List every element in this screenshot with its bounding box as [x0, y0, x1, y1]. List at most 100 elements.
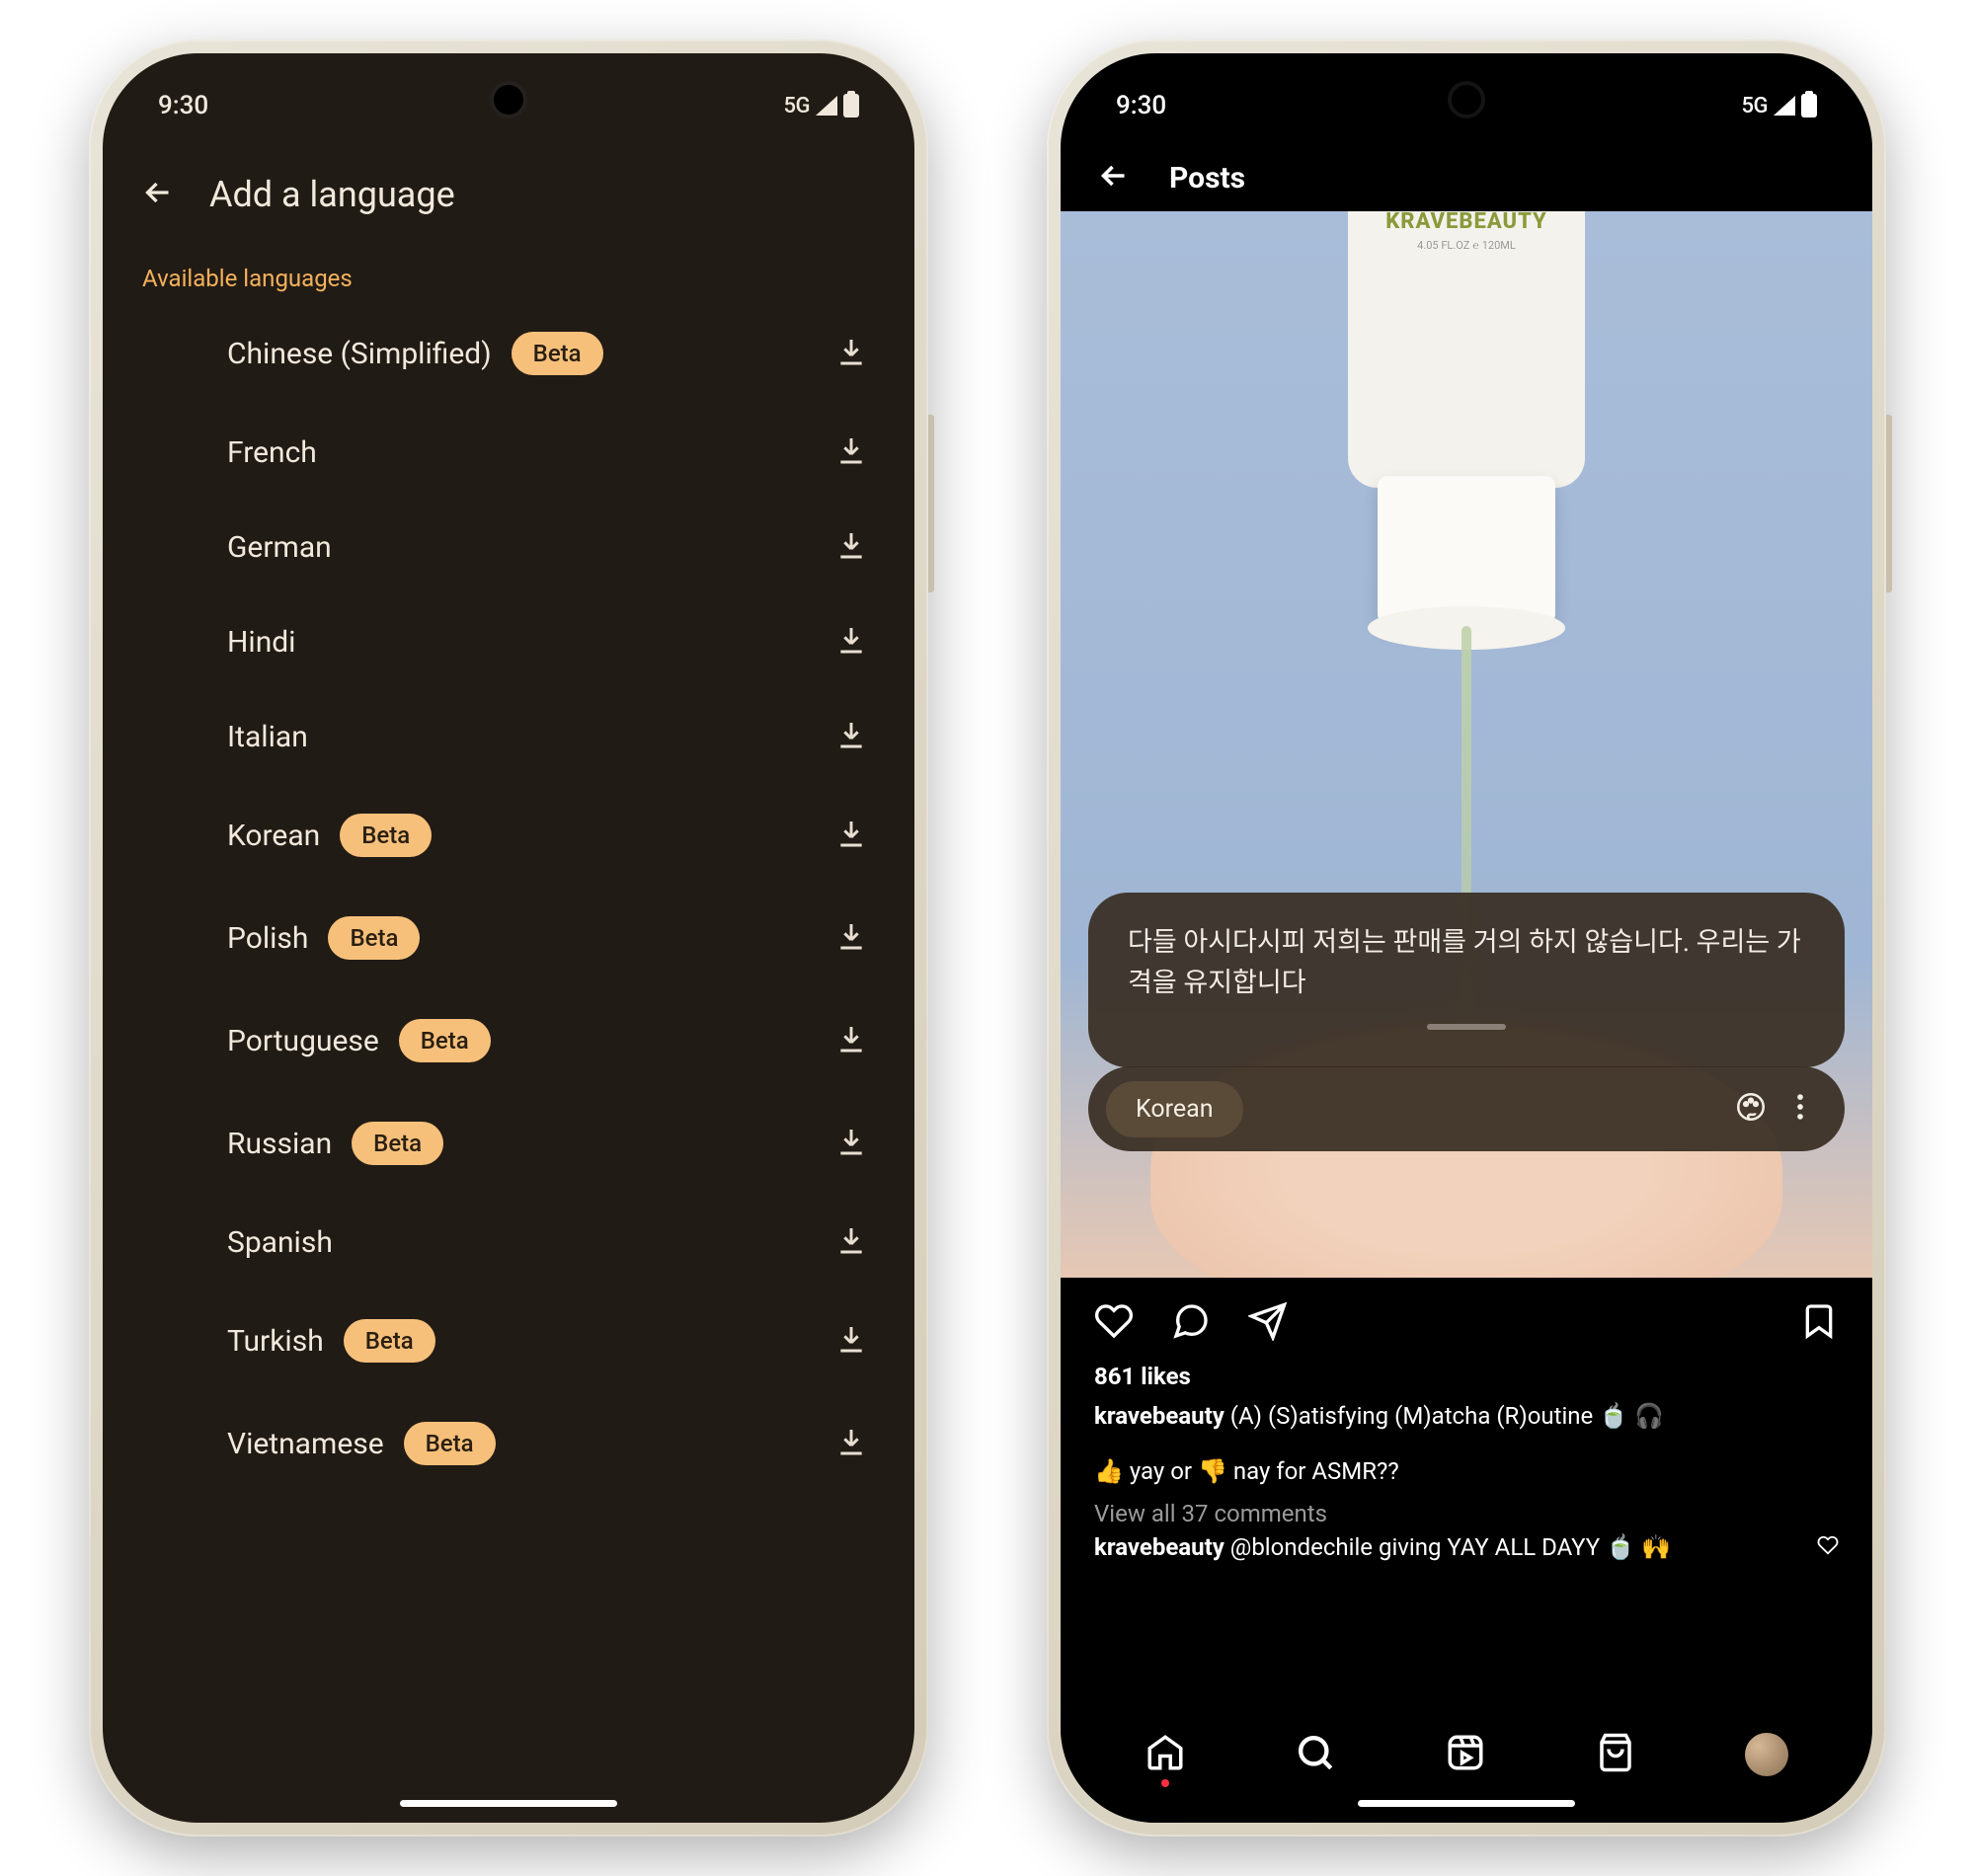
home-indicator[interactable]	[400, 1800, 617, 1807]
beta-badge: Beta	[399, 1019, 491, 1062]
comment-text: @blondechile giving YAY ALL DAYY 🍵 🙌	[1224, 1533, 1671, 1561]
language-row[interactable]: Portuguese Beta	[103, 989, 887, 1092]
language-row[interactable]: German	[103, 500, 887, 594]
phone-right: 9:30 5G Posts KRAVEBEAUTY 4.05 FL.OZ ℮ 1…	[1047, 39, 1886, 1837]
beta-badge: Beta	[340, 814, 432, 857]
language-name: German	[227, 530, 332, 565]
brand-label: KRAVEBEAUTY	[1385, 211, 1546, 234]
bookmark-icon[interactable]	[1799, 1301, 1839, 1345]
network-label: 5G	[1742, 94, 1769, 118]
signal-icon	[816, 96, 837, 116]
language-name: Korean	[227, 819, 320, 853]
home-indicator[interactable]	[1358, 1800, 1575, 1807]
download-icon[interactable]	[835, 1323, 867, 1359]
language-chip[interactable]: Korean	[1106, 1081, 1243, 1137]
tab-search-icon[interactable]	[1295, 1732, 1336, 1777]
comment-like-icon[interactable]	[1817, 1534, 1839, 1560]
signal-icon	[1774, 96, 1795, 116]
comment-user[interactable]: kravebeauty	[1094, 1533, 1224, 1561]
beta-badge: Beta	[404, 1422, 496, 1465]
header-title: Posts	[1169, 161, 1245, 195]
page-title: Add a language	[209, 174, 455, 215]
language-name: Polish	[227, 921, 308, 956]
post-media[interactable]: KRAVEBEAUTY 4.05 FL.OZ ℮ 120ML 다들 아시다시피 …	[1061, 211, 1872, 1278]
caption-user[interactable]: kravebeauty	[1094, 1402, 1224, 1430]
comment-icon[interactable]	[1171, 1301, 1211, 1345]
beta-badge: Beta	[328, 916, 420, 960]
tab-home-icon[interactable]	[1145, 1732, 1186, 1777]
network-label: 5G	[784, 94, 811, 118]
battery-icon	[1801, 94, 1817, 117]
download-icon[interactable]	[835, 920, 867, 956]
download-icon[interactable]	[835, 529, 867, 565]
product-tube: KRAVEBEAUTY 4.05 FL.OZ ℮ 120ML	[1348, 211, 1585, 488]
language-name: Russian	[227, 1127, 332, 1161]
tab-reels-icon[interactable]	[1445, 1732, 1486, 1777]
section-label: Available languages	[103, 243, 914, 302]
language-row[interactable]: French	[103, 405, 887, 500]
status-icons: 5G	[1742, 94, 1818, 118]
tab-shop-icon[interactable]	[1595, 1732, 1636, 1777]
language-name: French	[227, 435, 317, 470]
language-row[interactable]: Hindi	[103, 594, 887, 689]
translation-toolbar: Korean	[1088, 1066, 1845, 1151]
language-name: Italian	[227, 720, 308, 754]
more-vert-icon[interactable]	[1783, 1090, 1817, 1128]
beta-badge: Beta	[344, 1319, 435, 1363]
comment-row[interactable]: kravebeauty @blondechile giving YAY ALL …	[1061, 1529, 1872, 1565]
download-icon[interactable]	[835, 624, 867, 660]
download-icon[interactable]	[835, 434, 867, 470]
status-time: 9:30	[158, 91, 208, 120]
language-row[interactable]: Turkish Beta	[103, 1290, 887, 1392]
back-arrow-icon[interactable]	[140, 175, 176, 214]
like-icon[interactable]	[1094, 1301, 1134, 1345]
tab-profile-avatar[interactable]	[1745, 1733, 1788, 1776]
status-icons: 5G	[784, 94, 860, 118]
download-icon[interactable]	[835, 1023, 867, 1058]
download-icon[interactable]	[835, 1426, 867, 1461]
language-name: Hindi	[227, 625, 295, 660]
posts-header: Posts	[1061, 140, 1872, 211]
download-icon[interactable]	[835, 1126, 867, 1161]
translation-text: 다들 아시다시피 저희는 판매를 거의 하지 않습니다. 우리는 가격을 유지합…	[1128, 922, 1805, 1002]
download-icon[interactable]	[835, 818, 867, 853]
page-header: Add a language	[103, 140, 914, 243]
camera-cutout	[1452, 85, 1481, 115]
drag-handle-icon[interactable]	[1427, 1024, 1506, 1030]
status-time: 9:30	[1116, 91, 1166, 120]
post-caption[interactable]: kravebeauty (A) (S)atisfying (M)atcha (R…	[1061, 1396, 1872, 1438]
language-row[interactable]: Vietnamese Beta	[103, 1392, 887, 1495]
beta-badge: Beta	[512, 332, 603, 375]
download-icon[interactable]	[835, 719, 867, 754]
language-name: Spanish	[227, 1225, 333, 1260]
download-icon[interactable]	[835, 1224, 867, 1260]
language-name: Portuguese	[227, 1024, 379, 1058]
likes-count[interactable]: 861 likes	[1061, 1357, 1872, 1396]
camera-cutout	[494, 85, 523, 115]
phone-left: 9:30 5G Add a language Available languag…	[89, 39, 928, 1837]
language-list[interactable]: Chinese (Simplified) Beta French German Hind…	[103, 302, 914, 1495]
language-row[interactable]: Chinese (Simplified) Beta	[103, 302, 887, 405]
language-row[interactable]: Russian Beta	[103, 1092, 887, 1195]
language-name: Turkish	[227, 1324, 324, 1359]
download-icon[interactable]	[835, 336, 867, 371]
screen-right: 9:30 5G Posts KRAVEBEAUTY 4.05 FL.OZ ℮ 1…	[1061, 53, 1872, 1823]
language-name: Chinese (Simplified)	[227, 337, 492, 371]
share-icon[interactable]	[1248, 1301, 1288, 1345]
language-name: Vietnamese	[227, 1427, 384, 1461]
post-caption-line2: 👍 yay or 👎 nay for ASMR??	[1061, 1438, 1872, 1493]
language-row[interactable]: Korean Beta	[103, 784, 887, 887]
product-cap	[1378, 476, 1555, 624]
caption-text: (A) (S)atisfying (M)atcha (R)outine 🍵 🎧	[1224, 1402, 1664, 1430]
translation-bubble[interactable]: 다들 아시다시피 저희는 판매를 거의 하지 않습니다. 우리는 가격을 유지합…	[1088, 893, 1845, 1067]
language-row[interactable]: Spanish	[103, 1195, 887, 1290]
back-arrow-icon[interactable]	[1096, 158, 1132, 197]
beta-badge: Beta	[352, 1122, 443, 1165]
screen-left: 9:30 5G Add a language Available languag…	[103, 53, 914, 1823]
view-all-comments[interactable]: View all 37 comments	[1061, 1492, 1872, 1529]
brand-sub: 4.05 FL.OZ ℮ 120ML	[1417, 239, 1516, 252]
language-row[interactable]: Italian	[103, 689, 887, 784]
battery-icon	[843, 94, 859, 117]
language-row[interactable]: Polish Beta	[103, 887, 887, 989]
palette-icon[interactable]	[1734, 1090, 1768, 1128]
